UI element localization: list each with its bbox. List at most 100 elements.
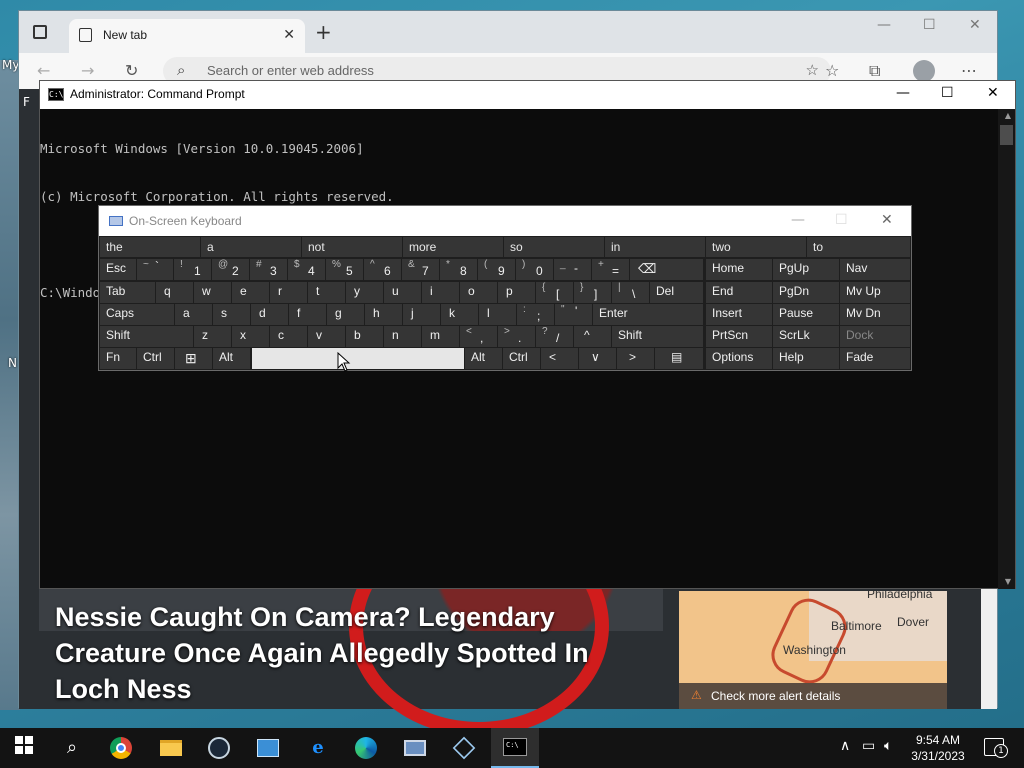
key-menu[interactable]: ▤ [655, 348, 703, 369]
key-a[interactable]: a [175, 304, 212, 325]
osk-maximize-button[interactable]: ☐ [835, 212, 848, 228]
key-down-arrow[interactable]: ∨ [579, 348, 616, 369]
key-comma[interactable]: <, [460, 326, 497, 347]
key-tilde[interactable]: ~ ` [137, 259, 173, 280]
key-backslash[interactable]: | \ [612, 282, 649, 303]
key-dock[interactable]: Dock [840, 326, 910, 347]
key-g[interactable]: g [327, 304, 364, 325]
forward-icon[interactable]: → [81, 61, 94, 80]
key-minus[interactable]: _ - [554, 259, 591, 280]
key-left-bracket[interactable]: {[ [536, 282, 573, 303]
key-pgup[interactable]: PgUp [773, 259, 839, 280]
key-nav[interactable]: Nav [840, 259, 910, 280]
key-enter[interactable]: Enter [593, 304, 703, 325]
prediction-the[interactable]: the [100, 237, 200, 257]
file-explorer-icon[interactable] [160, 736, 184, 760]
edge-minimize-button[interactable]: — [877, 17, 891, 33]
key-space[interactable] [252, 348, 464, 369]
prediction-more[interactable]: more [403, 237, 503, 257]
key-q[interactable]: q [156, 282, 193, 303]
key-3[interactable]: #3 [250, 259, 287, 280]
key-l[interactable]: l [479, 304, 516, 325]
key-mvdn[interactable]: Mv Dn [840, 304, 910, 325]
osk-minimize-button[interactable]: — [791, 212, 805, 228]
taskbar-cmd-active[interactable]: C:\ [491, 728, 539, 768]
osk-title-bar[interactable]: On-Screen Keyboard — ☐ ✕ [99, 206, 911, 236]
desktop-icon-label-2[interactable]: N [8, 356, 17, 370]
key-w[interactable]: w [194, 282, 231, 303]
key-left-arrow[interactable]: < [541, 348, 578, 369]
virtualbox-icon[interactable] [452, 736, 476, 760]
key-y[interactable]: y [346, 282, 383, 303]
key-equals[interactable]: + = [592, 259, 629, 280]
key-alt-right[interactable]: Alt [465, 348, 502, 369]
edge-icon[interactable] [355, 736, 379, 760]
edge-scrollbar[interactable] [981, 589, 997, 709]
remote-desktop-icon[interactable] [404, 736, 428, 760]
key-shift-left[interactable]: Shift [100, 326, 193, 347]
key-ctrl-left[interactable]: Ctrl [137, 348, 174, 369]
key-esc[interactable]: Esc [100, 259, 136, 280]
key-del[interactable]: Del [650, 282, 703, 303]
key-mvup[interactable]: Mv Up [840, 282, 910, 303]
more-menu-icon[interactable]: ⋯ [961, 61, 977, 80]
prediction-to[interactable]: to [807, 237, 910, 257]
key-5[interactable]: % 5 [326, 259, 363, 280]
key-fn[interactable]: Fn [100, 348, 136, 369]
key-options[interactable]: Options [706, 348, 772, 369]
key-8[interactable]: * 8 [440, 259, 477, 280]
weather-alert-map[interactable]: Philadelphia Baltimore Dover Washington … [679, 591, 947, 709]
edge-close-button[interactable]: ✕ [969, 17, 981, 33]
internet-explorer-icon[interactable]: e [306, 736, 330, 760]
scroll-thumb[interactable] [1000, 125, 1013, 145]
key-tab[interactable]: Tab [100, 282, 155, 303]
key-slash[interactable]: ? / [536, 326, 573, 347]
key-f[interactable]: f [289, 304, 326, 325]
key-x[interactable]: x [232, 326, 269, 347]
key-semicolon[interactable]: :; [517, 304, 554, 325]
new-tab-button[interactable]: + [315, 22, 332, 42]
key-m[interactable]: m [422, 326, 459, 347]
scroll-up-icon[interactable]: ▲ [1005, 111, 1011, 120]
key-alt-left[interactable]: Alt [213, 348, 250, 369]
add-favorite-icon[interactable]: ☆ [806, 61, 819, 79]
prediction-a[interactable]: a [201, 237, 301, 257]
tab-new-tab[interactable]: New tab ✕ [69, 19, 305, 53]
key-n[interactable]: n [384, 326, 421, 347]
refresh-icon[interactable]: ↻ [125, 61, 138, 80]
steam-icon[interactable] [208, 736, 232, 760]
key-quote[interactable]: " ' [555, 304, 592, 325]
key-2[interactable]: @2 [212, 259, 249, 280]
control-panel-icon[interactable] [257, 736, 281, 760]
osk-close-button[interactable]: ✕ [881, 212, 893, 228]
key-7[interactable]: & 7 [402, 259, 439, 280]
key-4[interactable]: $4 [288, 259, 325, 280]
cmd-minimize-button[interactable]: — [896, 85, 910, 101]
cmd-scrollbar[interactable]: ▲ ▼ [998, 109, 1015, 589]
cmd-title-bar[interactable]: C:\ Administrator: Command Prompt — ☐ ✕ [40, 81, 1015, 109]
search-icon[interactable]: ⌕ [60, 736, 84, 760]
key-z[interactable]: z [194, 326, 231, 347]
key-home[interactable]: Home [706, 259, 772, 280]
key-right-arrow[interactable]: > [617, 348, 654, 369]
key-end[interactable]: End [706, 282, 772, 303]
key-j[interactable]: j [403, 304, 440, 325]
chrome-icon[interactable] [110, 736, 134, 760]
key-p[interactable]: p [498, 282, 535, 303]
clock[interactable]: 9:54 AM 3/31/2023 [902, 732, 974, 764]
key-up-arrow[interactable]: ^ [574, 326, 611, 347]
key-help[interactable]: Help [773, 348, 839, 369]
profile-avatar[interactable] [913, 60, 935, 82]
edge-maximize-button[interactable]: ☐ [923, 17, 936, 33]
key-v[interactable]: v [308, 326, 345, 347]
scroll-down-icon[interactable]: ▼ [1005, 577, 1011, 586]
key-u[interactable]: u [384, 282, 421, 303]
tab-actions-icon[interactable] [33, 25, 47, 39]
prediction-not[interactable]: not [302, 237, 402, 257]
key-fade[interactable]: Fade [840, 348, 910, 369]
tab-close-button[interactable]: ✕ [283, 27, 295, 43]
notification-center-icon[interactable]: 1 [984, 738, 1008, 758]
cmd-maximize-button[interactable]: ☐ [941, 85, 954, 101]
key-scrlk[interactable]: ScrLk [773, 326, 839, 347]
alert-details-bar[interactable]: ⚠ Check more alert details [679, 683, 947, 709]
